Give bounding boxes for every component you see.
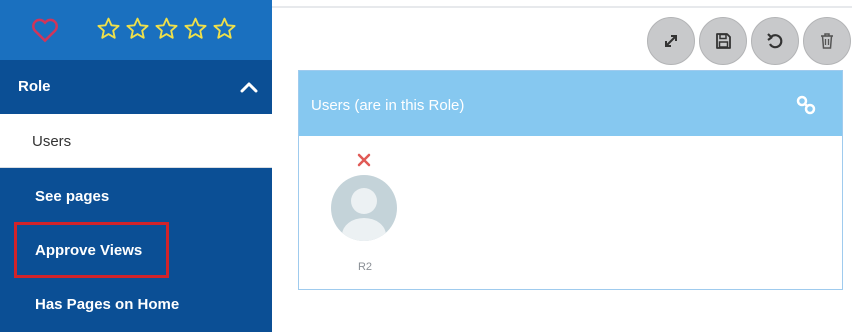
sidebar-item-label: Has Pages on Home xyxy=(35,296,180,313)
expand-button[interactable] xyxy=(647,17,695,65)
highlight-outline xyxy=(14,222,169,278)
users-panel: Users (are in this Role) R2 xyxy=(298,70,843,290)
undo-button[interactable] xyxy=(751,17,799,65)
chevron-up-icon[interactable] xyxy=(240,81,258,93)
delete-button[interactable] xyxy=(803,17,851,65)
trash-icon xyxy=(821,33,833,49)
close-icon[interactable] xyxy=(357,153,371,167)
sidebar: Role Users See pages Approve Views Has P… xyxy=(0,0,272,332)
star-icon[interactable] xyxy=(96,16,121,41)
avatar xyxy=(331,175,397,241)
heart-icon[interactable] xyxy=(30,15,60,45)
save-button[interactable] xyxy=(699,17,747,65)
sidebar-item-users[interactable]: Users xyxy=(0,114,272,168)
user-name: R2 xyxy=(357,261,373,273)
sidebar-item-label: Users xyxy=(32,133,72,150)
star-icon[interactable] xyxy=(125,16,150,41)
star-icon[interactable] xyxy=(154,16,179,41)
sidebar-item-has-pages-on-home[interactable]: Has Pages on Home xyxy=(0,277,272,331)
rating-stars xyxy=(96,16,237,41)
undo-icon xyxy=(767,33,783,49)
star-icon[interactable] xyxy=(212,16,237,41)
save-icon xyxy=(716,33,731,49)
role-section-header[interactable]: Role xyxy=(0,60,272,112)
sidebar-item-label: See pages xyxy=(35,188,110,205)
star-icon[interactable] xyxy=(183,16,208,41)
action-toolbar xyxy=(647,17,851,65)
role-section-title: Role xyxy=(18,78,51,95)
user-card[interactable]: R2 xyxy=(329,153,401,283)
avatar-placeholder-icon xyxy=(342,188,386,241)
sidebar-item-see-pages[interactable]: See pages xyxy=(0,169,272,223)
expand-icon xyxy=(665,35,677,47)
panel-title: Users (are in this Role) xyxy=(311,97,465,114)
top-divider xyxy=(272,6,852,8)
favorite-bar xyxy=(0,0,272,61)
link-icon[interactable] xyxy=(794,93,818,117)
panel-header: Users (are in this Role) xyxy=(299,71,842,136)
